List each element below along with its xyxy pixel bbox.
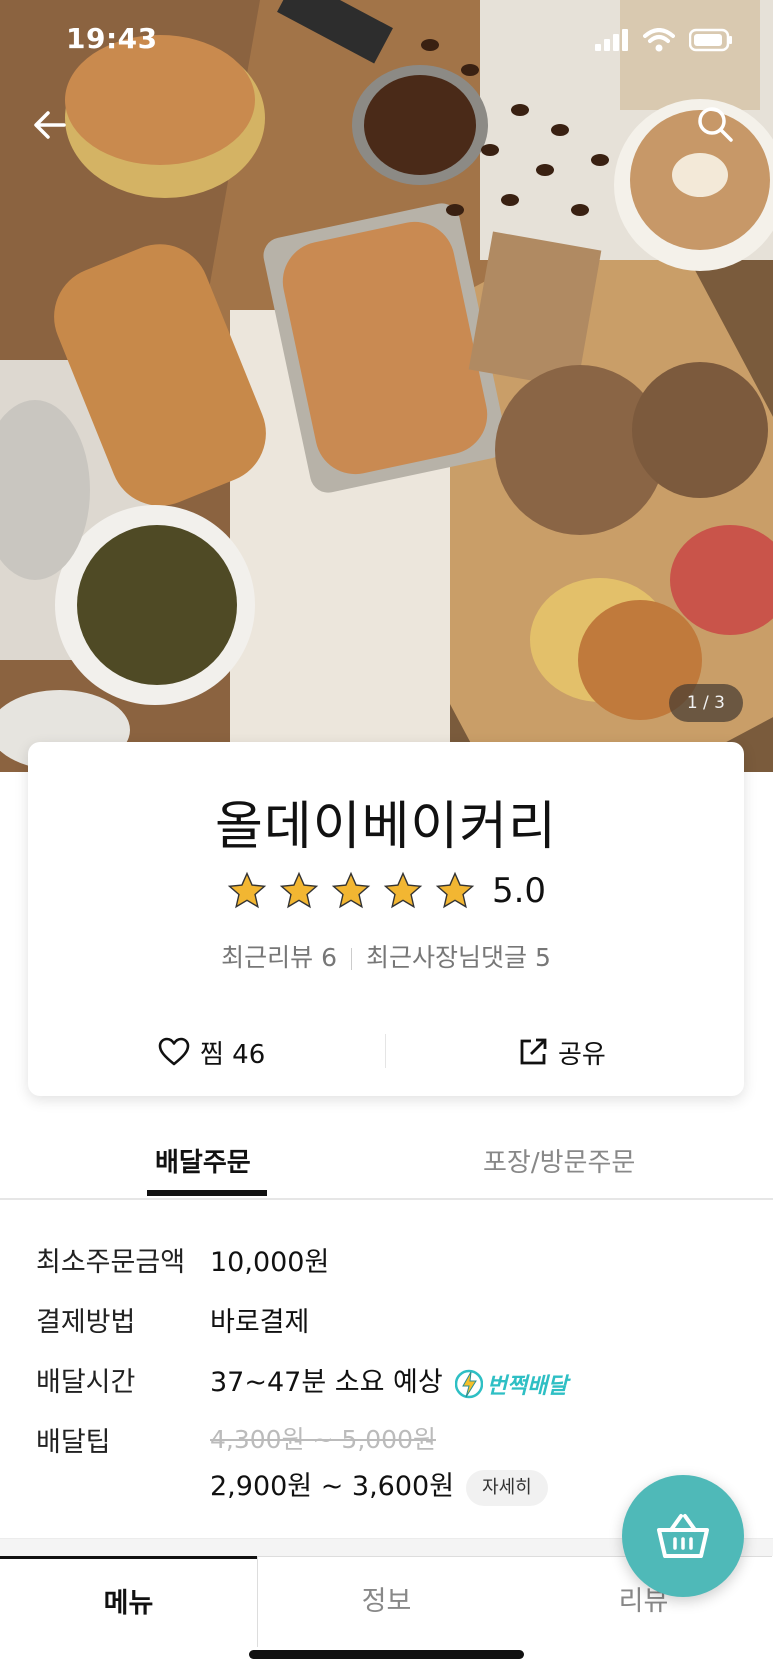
rating-value: 5.0 (491, 871, 547, 911)
home-indicator (249, 1650, 524, 1659)
arrow-left-icon (34, 111, 66, 139)
heart-icon (158, 1037, 190, 1066)
detail-button[interactable]: 자세히 (466, 1469, 548, 1506)
order-type-tabs: 배달주문 포장/방문주문 (0, 1128, 773, 1200)
search-button[interactable] (691, 100, 741, 150)
delivery-time-value: 37~47분 소요 예상 (210, 1367, 443, 1398)
like-button[interactable]: 찜 46 (158, 1024, 265, 1080)
store-name: 올데이베이커리 (215, 797, 557, 857)
star-icon (383, 871, 423, 909)
rating-row: 5.0 (28, 870, 744, 912)
divider (385, 1034, 386, 1068)
battery-icon (689, 28, 732, 52)
delivery-time-value-wrap: 37~47분 소요 예상 번쩍배달 (210, 1360, 568, 1400)
action-row: 찜 46 공유 (28, 1024, 744, 1080)
share-icon (520, 1038, 547, 1065)
tab-menu[interactable]: 메뉴 (0, 1556, 257, 1649)
delivery-time-label: 배달시간 (36, 1367, 136, 1398)
status-time: 19:43 (66, 22, 158, 55)
min-order-label: 최소주문금액 (36, 1247, 186, 1278)
tab-pickup[interactable]: 포장/방문주문 (483, 1128, 635, 1198)
express-badge: 번쩍배달 (454, 1368, 568, 1400)
lightning-icon (454, 1369, 483, 1398)
delivery-tip-values: 4,300원 ~ 5,000원 (210, 1420, 436, 1456)
like-label: 찜 46 (200, 1039, 266, 1070)
wifi-icon (643, 28, 675, 52)
delivery-tip-discounted-wrap: 2,900원 ~ 3,600원 자세히 (210, 1464, 548, 1506)
owner-comments-link[interactable]: 최근사장님댓글 5 (366, 943, 551, 972)
min-order-value: 10,000원 (210, 1247, 330, 1278)
recent-reviews-link[interactable]: 최근리뷰 6 (221, 943, 337, 972)
delivery-tip-value: 2,900원 ~ 3,600원 (210, 1471, 455, 1502)
delivery-tip-original: 4,300원 ~ 5,000원 (210, 1425, 436, 1454)
star-icon (331, 871, 371, 909)
express-label: 번쩍배달 (486, 1373, 568, 1399)
star-icon (435, 871, 475, 909)
star-icon (227, 871, 267, 909)
signal-icon (595, 29, 628, 51)
share-button[interactable]: 공유 (518, 1024, 606, 1080)
bakery-photo (0, 0, 773, 772)
status-bar: 19:43 (0, 0, 773, 80)
delivery-tip-label: 배달팁 (36, 1427, 111, 1458)
payment-label: 결제방법 (36, 1307, 136, 1338)
store-card: 올데이베이커리 5.0 최근리뷰 6 최근사장님댓글 5 찜 46 공유 (28, 742, 744, 1096)
star-icon (279, 871, 319, 909)
hero-image: 19:43 1 / 3 (0, 0, 773, 772)
image-counter: 1 / 3 (668, 684, 743, 722)
status-icons (595, 28, 733, 52)
payment-value: 바로결제 (210, 1307, 310, 1338)
tab-delivery[interactable]: 배달주문 (155, 1128, 251, 1198)
divider (351, 948, 352, 970)
cart-button[interactable] (622, 1475, 744, 1597)
basket-icon (657, 1514, 709, 1558)
share-label: 공유 (558, 1039, 606, 1070)
review-summary: 최근리뷰 6 최근사장님댓글 5 (28, 938, 744, 974)
tab-info[interactable]: 정보 (257, 1556, 515, 1647)
back-button[interactable] (26, 100, 76, 150)
search-icon (698, 107, 733, 142)
active-tab-indicator (147, 1190, 267, 1196)
